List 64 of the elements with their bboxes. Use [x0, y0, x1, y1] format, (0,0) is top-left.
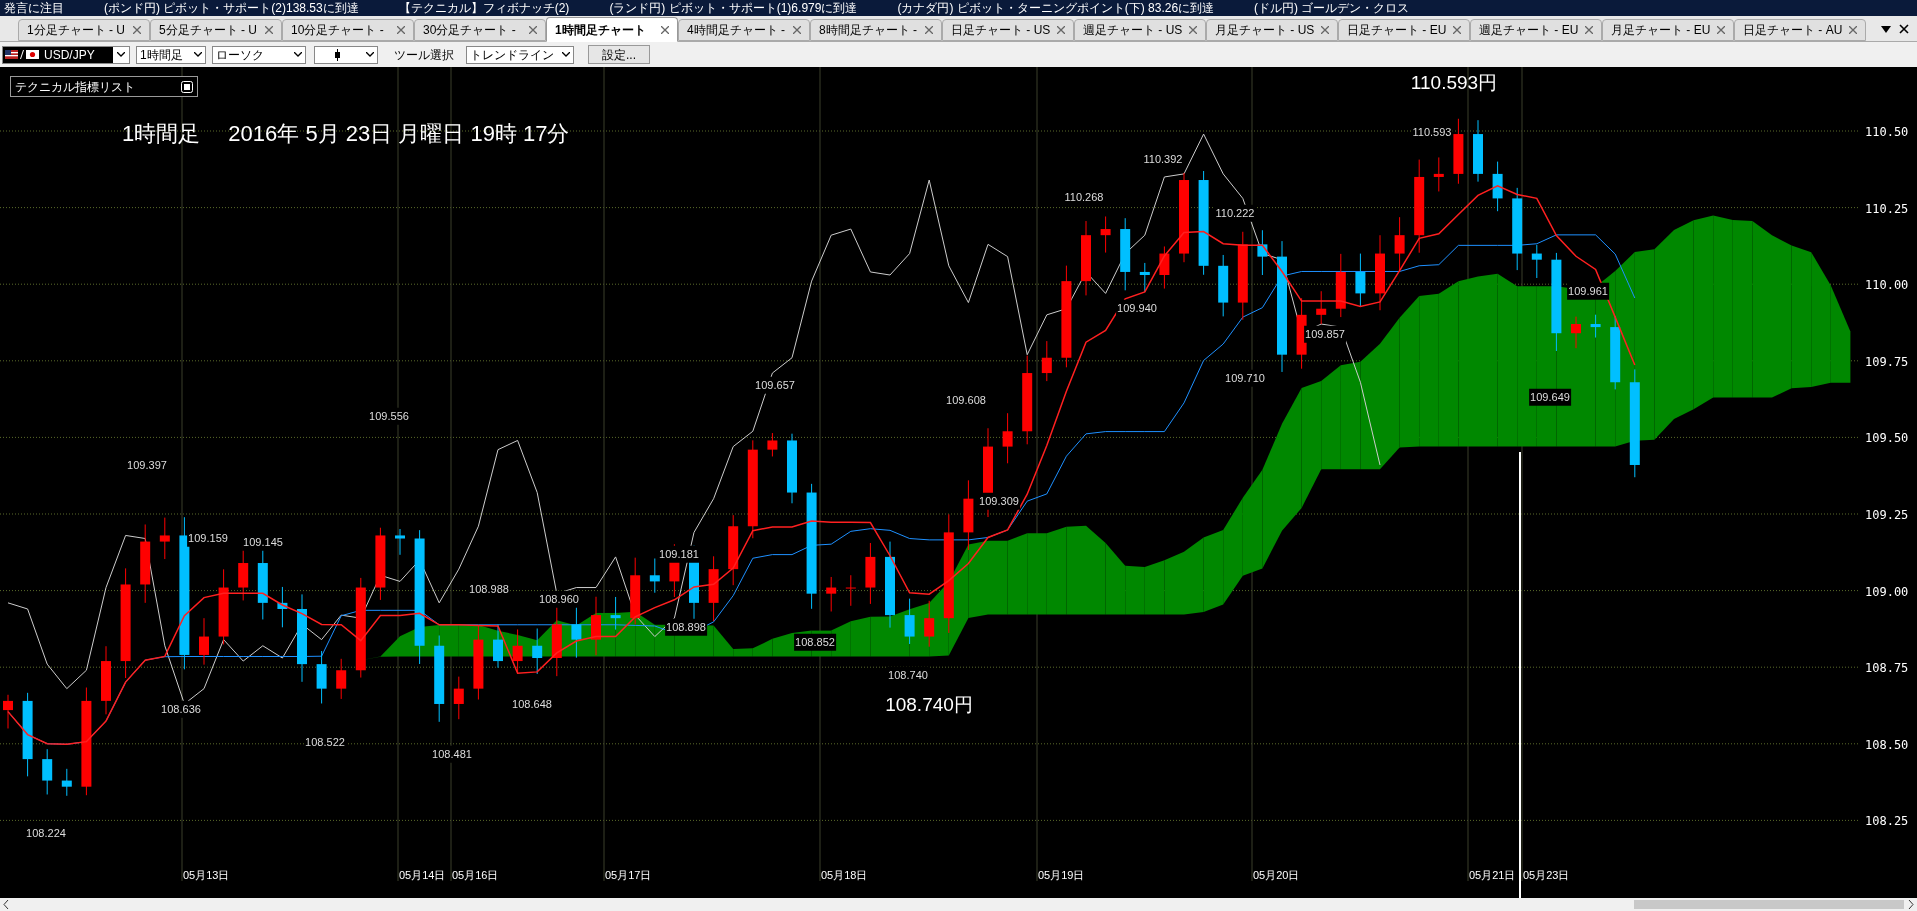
- price-axis-label: 109.00: [1865, 583, 1909, 601]
- chart-tab[interactable]: 週足チャート - EU: [1470, 19, 1602, 41]
- ticker-message: (ランド円) ピボット・サポート(1)6.979に到達: [609, 0, 858, 16]
- timeframe-select[interactable]: 1時間足: [136, 45, 206, 64]
- price-annotation: 109.309: [978, 492, 1020, 510]
- price-axis-label: 110.00: [1865, 277, 1909, 295]
- price-annotation: 108.898: [665, 618, 707, 636]
- chart-title: 1時間足 2016年 5月 23日 月曜日 19時 17分: [122, 120, 570, 148]
- price-annotation: 109.940: [1116, 299, 1158, 317]
- chart-tab[interactable]: 日足チャート - AU: [1734, 19, 1866, 41]
- high-price-label: 110.593円: [1410, 70, 1498, 95]
- tool-label: ツール選択: [394, 46, 454, 64]
- price-axis-label: 110.50: [1865, 124, 1909, 141]
- settings-button[interactable]: 設定...: [588, 45, 650, 64]
- pair-select[interactable]: USD/JPY: [2, 45, 130, 64]
- chart-tab[interactable]: 10分足チャート -: [282, 19, 414, 41]
- price-axis-label: 108.75: [1865, 660, 1909, 678]
- date-axis-label: 05月18日: [821, 868, 868, 883]
- date-axis-label: 05月23日: [1523, 868, 1570, 883]
- price-axis-label: 108.50: [1865, 736, 1909, 754]
- chart-tab[interactable]: 日足チャート - EU: [1338, 19, 1470, 41]
- price-annotation: 108.960: [538, 590, 580, 608]
- date-axis-label: 05月16日: [452, 868, 499, 883]
- chart-tab[interactable]: 週足チャート - US: [1074, 19, 1206, 41]
- chart-tab[interactable]: 4時間足チャート -: [678, 19, 810, 41]
- chart-tab[interactable]: 日足チャート - US: [942, 19, 1074, 41]
- price-annotation: 109.181: [658, 545, 700, 563]
- date-axis-label: 05月19日: [1038, 868, 1085, 883]
- chart-type-select[interactable]: ローソク: [212, 45, 306, 64]
- date-axis-label: 05月14日: [399, 868, 446, 883]
- price-annotation: 109.710: [1224, 369, 1266, 387]
- price-annotation: 108.852: [794, 633, 836, 651]
- price-annotation: 109.657: [754, 376, 796, 394]
- chart-tab[interactable]: 5分足チャート - U: [150, 19, 282, 41]
- date-axis-label: 05月13日: [183, 868, 230, 883]
- price-annotation: 109.857: [1304, 325, 1346, 343]
- price-annotation: 109.961: [1567, 282, 1609, 300]
- low-price-label: 108.740円: [885, 692, 973, 717]
- ticker-message: (ドル円) ゴールデン・クロス: [1254, 0, 1410, 16]
- chart-tab[interactable]: 8時間足チャート -: [810, 19, 942, 41]
- chart-tab[interactable]: 30分足チャート -: [414, 19, 546, 41]
- date-axis-label: 05月21日: [1469, 868, 1516, 883]
- ticker-message: 【テクニカル】フィボナッチ(2): [398, 0, 570, 16]
- price-axis-label: 109.75: [1865, 353, 1909, 371]
- chart-tab[interactable]: 月足チャート - EU: [1602, 19, 1734, 41]
- price-axis-label: 109.50: [1865, 430, 1909, 448]
- price-annotation: 108.481: [431, 745, 473, 763]
- date-axis-label: 05月20日: [1253, 868, 1300, 883]
- chart-tab[interactable]: 1分足チャート - U: [18, 19, 150, 41]
- chart-tab[interactable]: 1時間足チャート: [546, 17, 678, 42]
- price-axis-label: 108.25: [1865, 813, 1909, 831]
- ticker-message: (カナダ円) ピボット・ターニングポイント(下) 83.26に到達: [897, 0, 1215, 16]
- indicator-list-panel[interactable]: テクニカル指標リスト: [10, 76, 198, 97]
- price-annotation: 109.556: [368, 407, 410, 425]
- price-annotation: 109.649: [1529, 388, 1571, 406]
- price-axis-label: 109.25: [1865, 507, 1909, 524]
- price-annotation: 108.636: [160, 700, 202, 718]
- price-axis-label: 110.25: [1865, 200, 1909, 218]
- tool-select[interactable]: トレンドライン: [466, 45, 574, 64]
- date-axis-label: 05月17日: [605, 868, 652, 883]
- price-annotation: 110.222: [1214, 204, 1256, 222]
- chart-tab[interactable]: 月足チャート - US: [1206, 19, 1338, 41]
- ticker-message: 発言に注目: [4, 0, 64, 16]
- ticker-message: (ポンド円) ピボット・サポート(2)138.53に到達: [104, 0, 359, 16]
